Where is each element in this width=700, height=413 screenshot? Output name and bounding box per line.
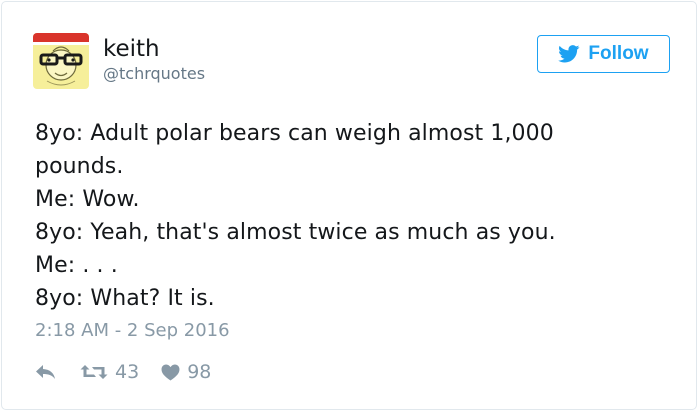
retweet-button[interactable]: 43 [80,361,139,383]
follow-button[interactable]: Follow [537,35,670,73]
heart-icon [161,363,180,381]
follow-button-label: Follow [588,43,649,64]
tweet-line: 8yo: Adult polar bears can weigh almost … [35,121,554,146]
tweet-line: Me: . . . [35,253,118,278]
reply-button[interactable] [35,364,56,380]
tweet-timestamp[interactable]: 2:18 AM - 2 Sep 2016 [35,319,230,343]
tweet-line: 8yo: Yeah, that's almost twice as much a… [35,220,556,245]
reply-icon [36,365,55,379]
tweet-card: keith @tchrquotes Follow 8yo: Adult pola… [1,1,697,410]
like-count: 98 [187,361,212,383]
tweet-line: 8yo: What? It is. [35,286,215,311]
cartoon-face-with-glasses-icon [33,33,89,89]
retweet-count: 43 [115,361,140,383]
like-button[interactable]: 98 [161,361,211,383]
user-handle[interactable]: @tchrquotes [103,64,205,84]
avatar[interactable] [33,33,89,89]
twitter-bird-icon [558,45,580,63]
user-name[interactable]: keith [103,35,160,63]
tweet-line: pounds. [35,154,124,179]
tweet-line: Me: Wow. [35,187,140,212]
retweet-icon [80,365,108,379]
tweet-actions: 43 98 [35,359,211,385]
tweet-text: 8yo: Adult polar bears can weigh almost … [35,117,675,315]
